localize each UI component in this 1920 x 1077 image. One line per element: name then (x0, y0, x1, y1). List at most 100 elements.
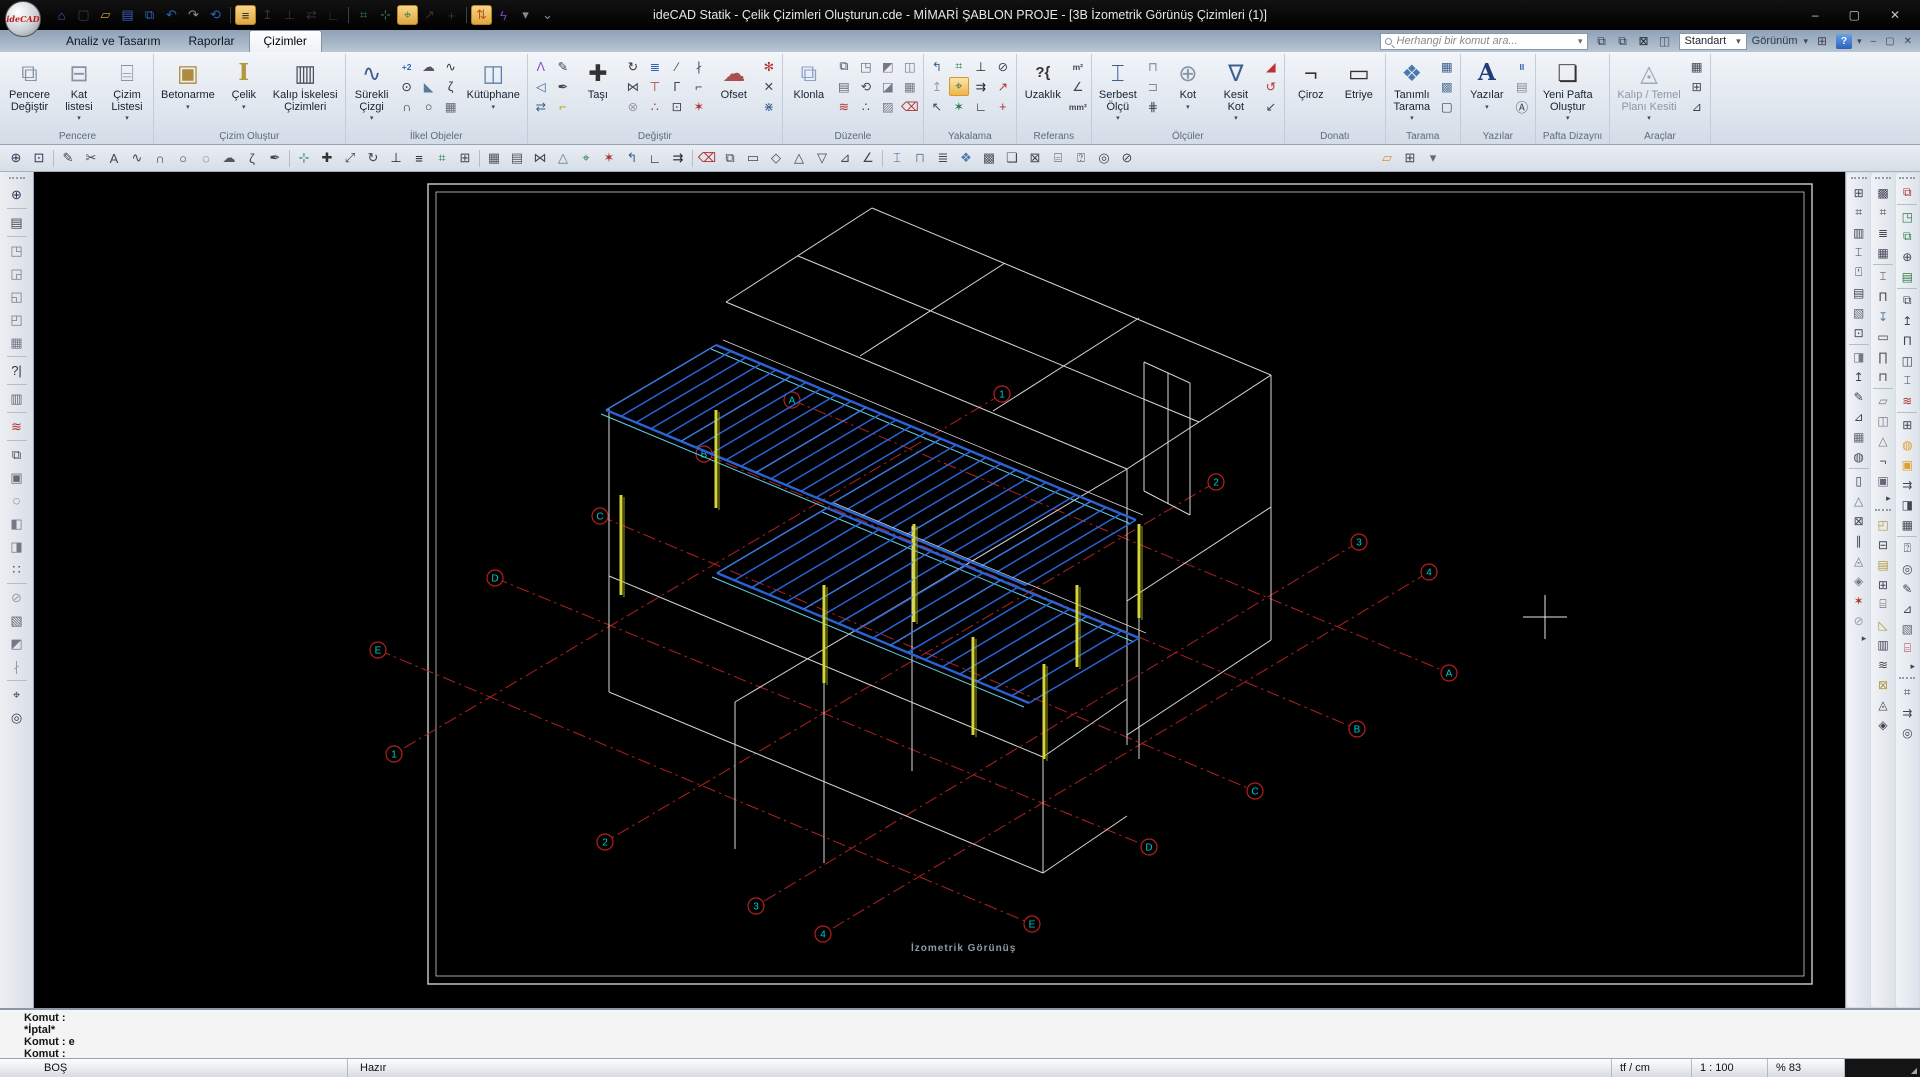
xbox-icon[interactable]: ⊠ (1872, 675, 1893, 694)
move-tool-icon[interactable]: ✚ (316, 148, 338, 169)
paste-icon[interactable]: ▣ (4, 467, 29, 488)
app-logo[interactable]: ideCAD (5, 1, 41, 37)
toolbar2-more-icon[interactable]: ▾ (1422, 148, 1444, 169)
toolbar-expand-icon[interactable]: ▸ (1910, 661, 1915, 672)
roof-draw-icon[interactable]: △ (1848, 491, 1869, 510)
not-isareti-icon[interactable]: ⌐ (553, 97, 573, 116)
perpendicular-mode-icon[interactable]: ⊥ (279, 5, 300, 25)
yon-degistir-icon[interactable]: ↰ (927, 57, 947, 76)
close-box-icon[interactable]: ⊠ (1024, 148, 1046, 169)
funnel-icon[interactable]: ↧ (1872, 307, 1893, 326)
plan-grid-icon[interactable]: ⊞ (1848, 183, 1869, 202)
standart-style-select[interactable]: Standart ▾ (1678, 32, 1747, 50)
secim-3-icon[interactable]: ▨ (878, 97, 898, 116)
alan-olc-icon[interactable]: m² (1068, 57, 1088, 76)
slope-sheet-icon[interactable]: ⊿ (1897, 599, 1918, 618)
tab-raporlar[interactable]: Raporlar (174, 31, 248, 52)
eksen-takibi-icon[interactable]: ↥ (927, 77, 947, 96)
copy-tool-icon[interactable]: ⧉ (719, 148, 741, 169)
help-button[interactable]: ? (1836, 33, 1853, 49)
nokta-kilidi-icon[interactable]: ⌖ (948, 77, 969, 96)
move-object-icon[interactable]: ◳ (4, 240, 29, 261)
cone2-icon[interactable]: ◬ (1872, 695, 1893, 714)
imlec-icon[interactable]: ↖ (927, 97, 947, 116)
help-dropdown-icon[interactable]: ▾ (1857, 36, 1862, 47)
aynala-icon[interactable]: ⋈ (623, 77, 643, 96)
mirror-tool-icon[interactable]: ⋈ (529, 148, 551, 169)
ink-icon[interactable]: ✒ (264, 148, 286, 169)
search-dropdown-icon[interactable]: ▾ (1578, 36, 1583, 47)
grid-snap-icon[interactable]: ⌗ (353, 5, 374, 25)
perp-tool-icon[interactable]: ⊥ (385, 148, 407, 169)
edit-object-icon[interactable]: ◱ (4, 286, 29, 307)
knife-icon[interactable]: ✂ (80, 148, 102, 169)
pah-kir-icon[interactable]: ⌐ (689, 77, 709, 96)
target-icon[interactable]: ⌖ (4, 684, 29, 705)
klonla-button[interactable]: ⧉ Klonla (786, 55, 832, 130)
sil-icon[interactable]: ⌫ (900, 97, 920, 116)
star-draw-icon[interactable]: ✶ (1848, 591, 1869, 610)
serbest-cizgi-icon[interactable]: ζ (441, 77, 461, 96)
yaricap-olcu-icon[interactable]: ↺ (1261, 77, 1281, 96)
pergel-icon[interactable]: Λ (531, 57, 551, 76)
abc-olcu-icon[interactable]: ↙ (1261, 97, 1281, 116)
kes-icon[interactable]: ✕ (759, 77, 779, 96)
doc-copy-icon[interactable]: ⧉ (1897, 183, 1918, 202)
beam-sheet-icon[interactable]: ⌶ (1897, 371, 1918, 390)
pencere-degistir-button[interactable]: ⧉ Pencere Değiştir (5, 55, 54, 130)
sirala-icon[interactable]: ⟲ (856, 77, 876, 96)
selection-filter-icon[interactable]: ⊠ (1635, 32, 1653, 50)
paste-special-icon[interactable]: ◌ (4, 490, 29, 511)
mm-olc-icon[interactable]: mm² (1068, 97, 1088, 116)
eksen-kir-icon[interactable]: ⋇ (759, 97, 779, 116)
compass-tool-icon[interactable]: ❖ (955, 148, 977, 169)
undo-icon[interactable]: ↶ (161, 5, 182, 25)
circle-fill-icon[interactable]: ◍ (1848, 447, 1869, 466)
command-console[interactable]: Komut : *İptal* Komut : e Komut : (0, 1008, 1920, 1060)
flow-sheet-icon[interactable]: ⇉ (1897, 703, 1918, 722)
zoom-tool-icon[interactable]: ⊕ (4, 184, 29, 205)
beam-draw-icon[interactable]: ⌶ (1848, 243, 1869, 262)
erase-tool-icon[interactable]: ⌫ (696, 148, 718, 169)
hatch-draw-icon[interactable]: ▧ (1848, 303, 1869, 322)
drawing-canvas[interactable]: A A B B C C D D E E 1 1 2 2 3 3 4 4 İzometrik Görünüş (34, 172, 1845, 1008)
tab--izimler[interactable]: Çizimler (248, 30, 322, 52)
elips-icon[interactable]: ○ (419, 97, 439, 116)
target-tool-icon[interactable]: ◎ (1093, 148, 1115, 169)
olcu-stili-1-icon[interactable]: ⊓ (1143, 57, 1163, 76)
slope-tool-icon[interactable]: ⊿ (834, 148, 856, 169)
keyboard-icon[interactable]: ⌸ (1047, 148, 1069, 169)
cift-yazi-icon[interactable]: II (1512, 57, 1532, 76)
cember-icon[interactable]: ⊙ (397, 77, 417, 96)
resim-ekle-icon[interactable]: ▦ (441, 97, 461, 116)
sheet-copy-icon[interactable]: ⧉ (1897, 227, 1918, 246)
zoom-extents-icon[interactable]: ⊡ (28, 148, 50, 169)
maximize-button[interactable]: ▢ (1849, 8, 1860, 22)
open-project-icon[interactable]: ▱ (95, 5, 116, 25)
grupla-icon[interactable]: ◳ (856, 57, 876, 76)
cetvel-kalem-icon[interactable]: ✎ (553, 57, 573, 76)
nokta-dizi-icon[interactable]: ∴ (856, 97, 876, 116)
new-drawing-icon[interactable]: ▢ (73, 5, 94, 25)
node-tool-icon[interactable]: ⊹ (293, 148, 315, 169)
status-units[interactable]: tf / cm (1612, 1059, 1692, 1077)
tablo-araci-icon[interactable]: ⊞ (1687, 77, 1707, 96)
secim-2-icon[interactable]: ◪ (878, 77, 898, 96)
portal-icon[interactable]: ∏ (1872, 347, 1893, 366)
axis-draw-icon[interactable]: ⌗ (1848, 203, 1869, 222)
ucgen-icon[interactable]: ◣ (419, 77, 439, 96)
raise-icon[interactable]: ↥ (1897, 311, 1918, 330)
olcu-stili-2-icon[interactable]: ⊐ (1143, 77, 1163, 96)
hook-icon[interactable]: ¬ (1872, 451, 1893, 470)
dolu-tarama-icon[interactable]: ▩ (1437, 77, 1457, 96)
dalga-icon[interactable]: ∿ (441, 57, 461, 76)
void-draw-icon[interactable]: ⊘ (1848, 611, 1869, 630)
scan-sheet-icon[interactable]: ◎ (1897, 723, 1918, 742)
status-zoom[interactable]: % 83 (1768, 1059, 1845, 1077)
extrude-icon[interactable]: ◩ (4, 633, 29, 654)
wall-draw-icon[interactable]: ▥ (1848, 223, 1869, 242)
no-entry-icon[interactable]: ⊘ (1116, 148, 1138, 169)
mdi-close-button[interactable]: ✕ (1904, 36, 1912, 47)
hatch-tool-icon[interactable]: ▦ (483, 148, 505, 169)
add-sheet-icon[interactable]: ⊕ (1897, 247, 1918, 266)
